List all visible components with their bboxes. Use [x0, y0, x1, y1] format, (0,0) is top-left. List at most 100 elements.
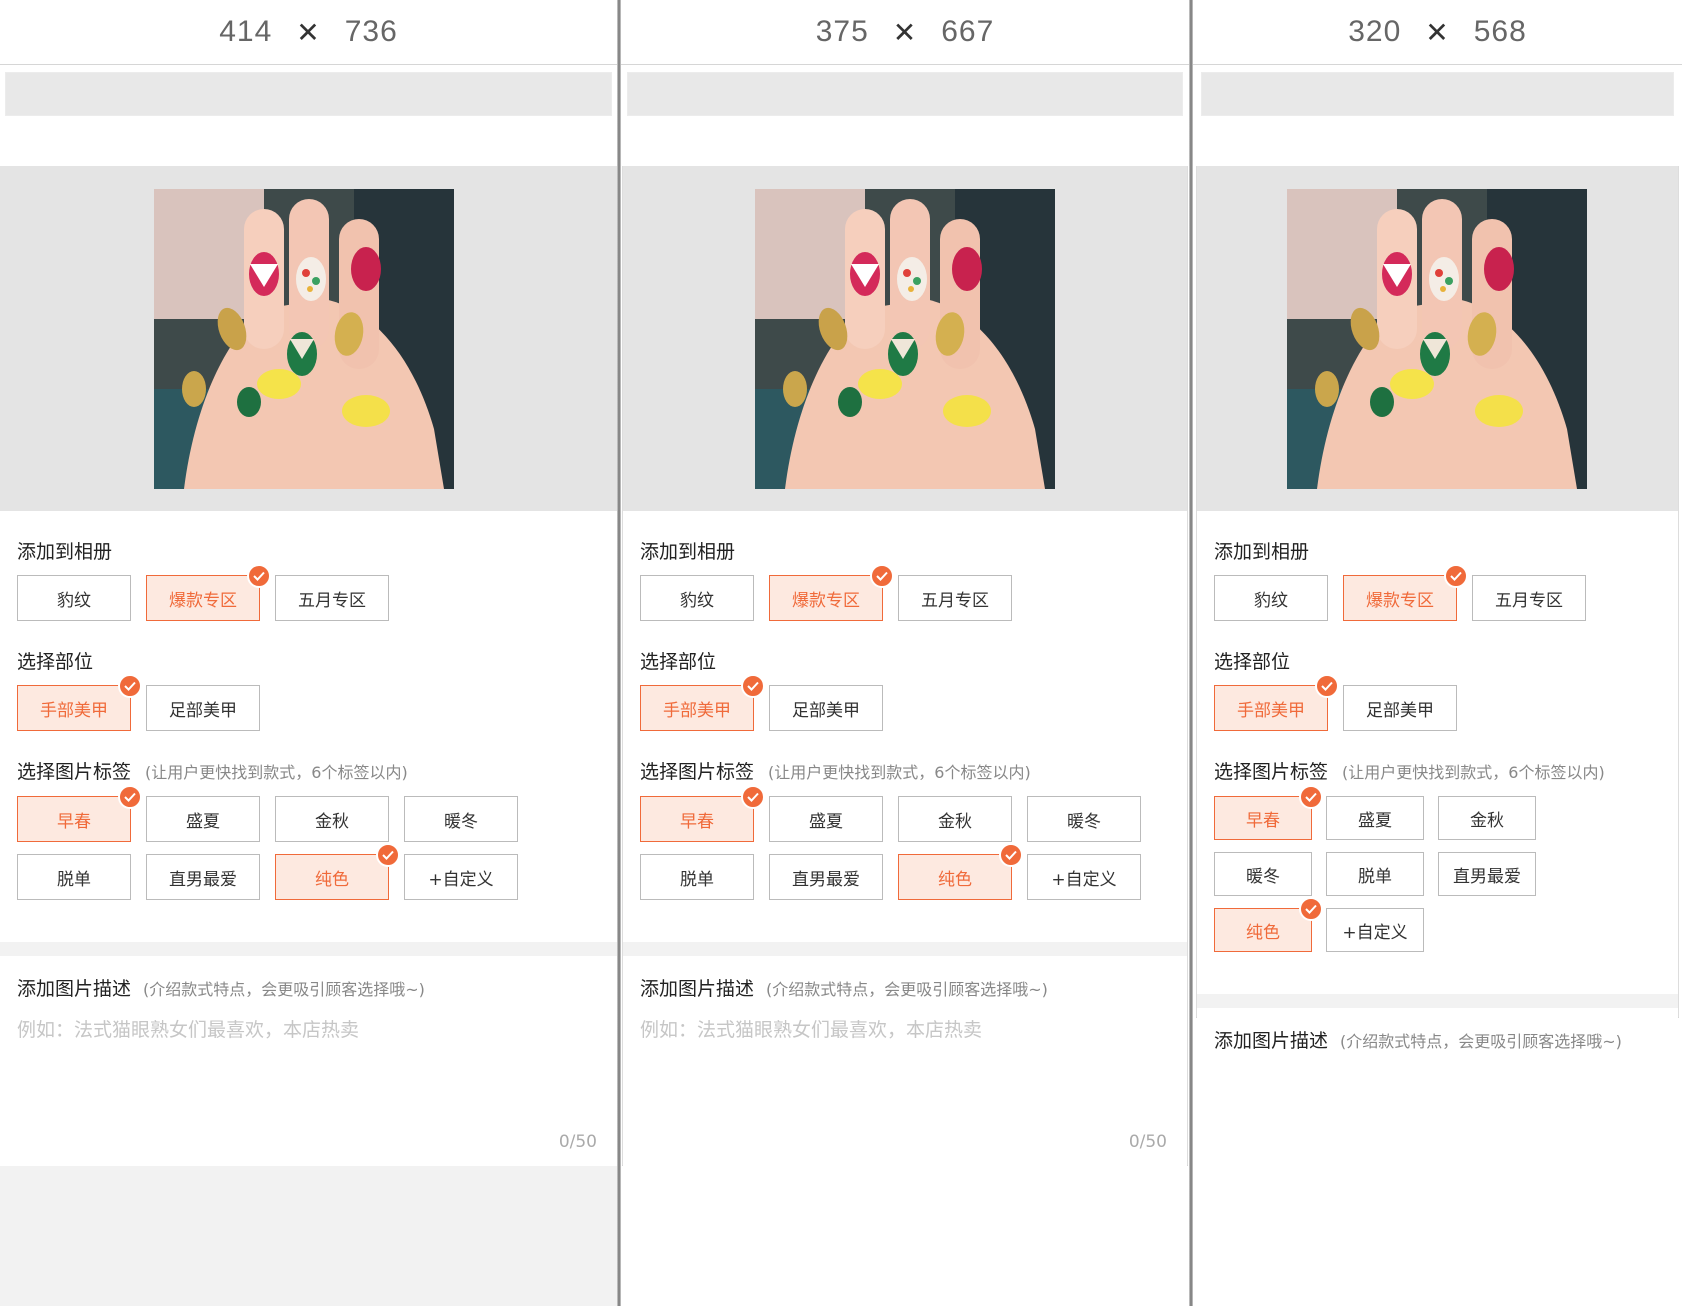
frame-height: 736	[344, 15, 398, 48]
tag-label: 选择图片标签	[17, 761, 132, 783]
option-chip[interactable]: 盛夏	[146, 796, 260, 842]
option-chip[interactable]: 早春	[1214, 785, 1323, 840]
check-icon	[118, 785, 142, 809]
desc-label: 添加图片描述	[1214, 1030, 1329, 1052]
chip-label: 盛夏	[1358, 810, 1392, 831]
page: 添加到相册 豹纹 爆款专区 五月专区 选择部位 手部美甲 足部美甲 选择图片标签 (让用…	[0, 166, 617, 1306]
chip-label: 早春	[1246, 810, 1280, 831]
option-chip[interactable]: 直男最爱	[146, 854, 260, 900]
check-icon	[1299, 897, 1323, 921]
check-icon	[741, 785, 765, 809]
tag-hint: (让用户更快找到款式，6个标签以内)	[768, 763, 1031, 782]
option-chip[interactable]: 纯色	[898, 843, 1023, 900]
nail-photo[interactable]	[154, 189, 454, 489]
album-options: 豹纹 爆款专区 五月专区	[17, 564, 600, 633]
description-section[interactable]: 添加图片描述 (介绍款式特点，会更吸引顾客选择哦~) 例如：法式猫眼熟女们最喜欢，…	[0, 956, 617, 1166]
check-icon	[1315, 674, 1339, 698]
nail-photo[interactable]	[755, 189, 1055, 489]
times-icon: ✕	[892, 16, 918, 48]
char-counter: 0/50	[558, 1132, 597, 1152]
option-chip[interactable]: 脱单	[17, 854, 131, 900]
desc-placeholder[interactable]: 例如：法式猫眼熟女们最喜欢，本店热卖	[640, 1015, 1170, 1042]
viewport: 添加到相册 豹纹 爆款专区 五月专区 选择部位 手部美甲 足部美甲 选择图片标签 (让用…	[0, 66, 617, 1306]
option-chip[interactable]: 豹纹	[17, 575, 131, 621]
option-chip[interactable]: 盛夏	[769, 796, 883, 842]
album-options: 豹纹 爆款专区 五月专区	[1214, 564, 1661, 633]
option-chip[interactable]: 盛夏	[1326, 796, 1424, 840]
chip-label: 盛夏	[809, 811, 843, 832]
option-chip[interactable]: 脱单	[640, 854, 754, 900]
option-chip[interactable]: 五月专区	[898, 575, 1012, 621]
chip-label: +自定义	[428, 869, 494, 890]
option-chip[interactable]: 豹纹	[1214, 575, 1328, 621]
viewport: 添加到相册 豹纹 爆款专区 五月专区 选择部位 手部美甲 足部美甲 选择图片标签 (让用…	[622, 66, 1188, 1166]
nail-photo[interactable]	[1287, 189, 1587, 489]
dimension-header: 375 ✕ 667	[621, 0, 1189, 65]
description-section[interactable]: 添加图片描述 (介绍款式特点，会更吸引顾客选择哦~)	[1197, 1008, 1678, 1078]
chip-label: 五月专区	[921, 590, 989, 611]
desc-hint: (介绍款式特点，会更吸引顾客选择哦~)	[766, 980, 1048, 999]
option-chip[interactable]: 爆款专区	[146, 564, 271, 621]
option-chip[interactable]: 爆款专区	[1343, 564, 1468, 621]
option-chip[interactable]: +自定义	[1326, 908, 1424, 952]
option-chip[interactable]: 直男最爱	[769, 854, 883, 900]
option-chip[interactable]: 豹纹	[640, 575, 754, 621]
description-section[interactable]: 添加图片描述 (介绍款式特点，会更吸引顾客选择哦~) 例如：法式猫眼熟女们最喜欢，…	[623, 956, 1187, 1166]
part-options: 手部美甲 足部美甲	[17, 674, 600, 743]
frame-height: 667	[941, 15, 995, 48]
option-chip[interactable]: 纯色	[1214, 897, 1323, 952]
address-bar[interactable]	[5, 72, 612, 116]
chip-label: 纯色	[938, 869, 972, 890]
option-chip[interactable]: 手部美甲	[17, 674, 142, 731]
page: 添加到相册 豹纹 爆款专区 五月专区 选择部位 手部美甲 足部美甲 选择图片标签 (让用…	[1196, 166, 1679, 1078]
address-bar[interactable]	[627, 72, 1183, 116]
check-icon	[870, 564, 894, 588]
option-chip[interactable]: 暖冬	[404, 796, 518, 842]
option-chip[interactable]: 早春	[640, 785, 765, 842]
form: 添加到相册 豹纹 爆款专区 五月专区 选择部位 手部美甲 足部美甲 选择图片标签 (让用…	[0, 511, 617, 942]
photo-area	[0, 166, 617, 511]
option-chip[interactable]: 暖冬	[1214, 852, 1312, 896]
part-label: 选择部位	[640, 651, 717, 673]
chip-label: 足部美甲	[1366, 700, 1434, 721]
option-chip[interactable]: 手部美甲	[1214, 674, 1339, 731]
option-chip[interactable]: 直男最爱	[1438, 852, 1536, 896]
option-chip[interactable]: 足部美甲	[1343, 685, 1457, 731]
chip-label: 豹纹	[57, 590, 91, 611]
option-chip[interactable]: +自定义	[404, 854, 518, 900]
desc-placeholder[interactable]: 例如：法式猫眼熟女们最喜欢，本店热卖	[17, 1015, 600, 1042]
option-chip[interactable]: 暖冬	[1027, 796, 1141, 842]
address-bar[interactable]	[1201, 72, 1674, 116]
option-chip[interactable]: 脱单	[1326, 852, 1424, 896]
form: 添加到相册 豹纹 爆款专区 五月专区 选择部位 手部美甲 足部美甲 选择图片标签 (让用…	[623, 511, 1187, 942]
option-chip[interactable]: 五月专区	[275, 575, 389, 621]
option-chip[interactable]: 金秋	[275, 796, 389, 842]
chip-label: 爆款专区	[1366, 590, 1434, 611]
device-frame-320: 320 ✕ 568 添加到相册 豹纹 爆款专区 五月专区 选择部位 手部美甲 足…	[1193, 0, 1682, 1306]
option-chip[interactable]: 足部美甲	[146, 685, 260, 731]
album-label: 添加到相册	[640, 541, 736, 563]
desc-title-row: 添加图片描述 (介绍款式特点，会更吸引顾客选择哦~)	[17, 976, 600, 1003]
option-chip[interactable]: 手部美甲	[640, 674, 765, 731]
chip-label: 脱单	[1358, 866, 1392, 887]
option-chip[interactable]: 爆款专区	[769, 564, 894, 621]
desc-label: 添加图片描述	[640, 978, 755, 1000]
times-icon: ✕	[296, 16, 321, 48]
tag-hint: (让用户更快找到款式，6个标签以内)	[1342, 763, 1605, 782]
option-chip[interactable]: 金秋	[898, 796, 1012, 842]
album-label: 添加到相册	[17, 541, 113, 563]
page: 添加到相册 豹纹 爆款专区 五月专区 选择部位 手部美甲 足部美甲 选择图片标签 (让用…	[622, 166, 1188, 1166]
option-chip[interactable]: +自定义	[1027, 854, 1141, 900]
chip-label: 豹纹	[680, 590, 714, 611]
check-icon	[118, 674, 142, 698]
option-chip[interactable]: 纯色	[275, 843, 400, 900]
chip-label: 金秋	[938, 811, 972, 832]
chip-label: 暖冬	[1067, 811, 1101, 832]
option-chip[interactable]: 足部美甲	[769, 685, 883, 731]
option-chip[interactable]: 早春	[17, 785, 142, 842]
option-chip[interactable]: 金秋	[1438, 796, 1536, 840]
chip-label: 金秋	[1470, 810, 1504, 831]
album-label: 添加到相册	[1214, 541, 1310, 563]
option-chip[interactable]: 五月专区	[1472, 575, 1586, 621]
chip-label: 手部美甲	[40, 700, 108, 721]
